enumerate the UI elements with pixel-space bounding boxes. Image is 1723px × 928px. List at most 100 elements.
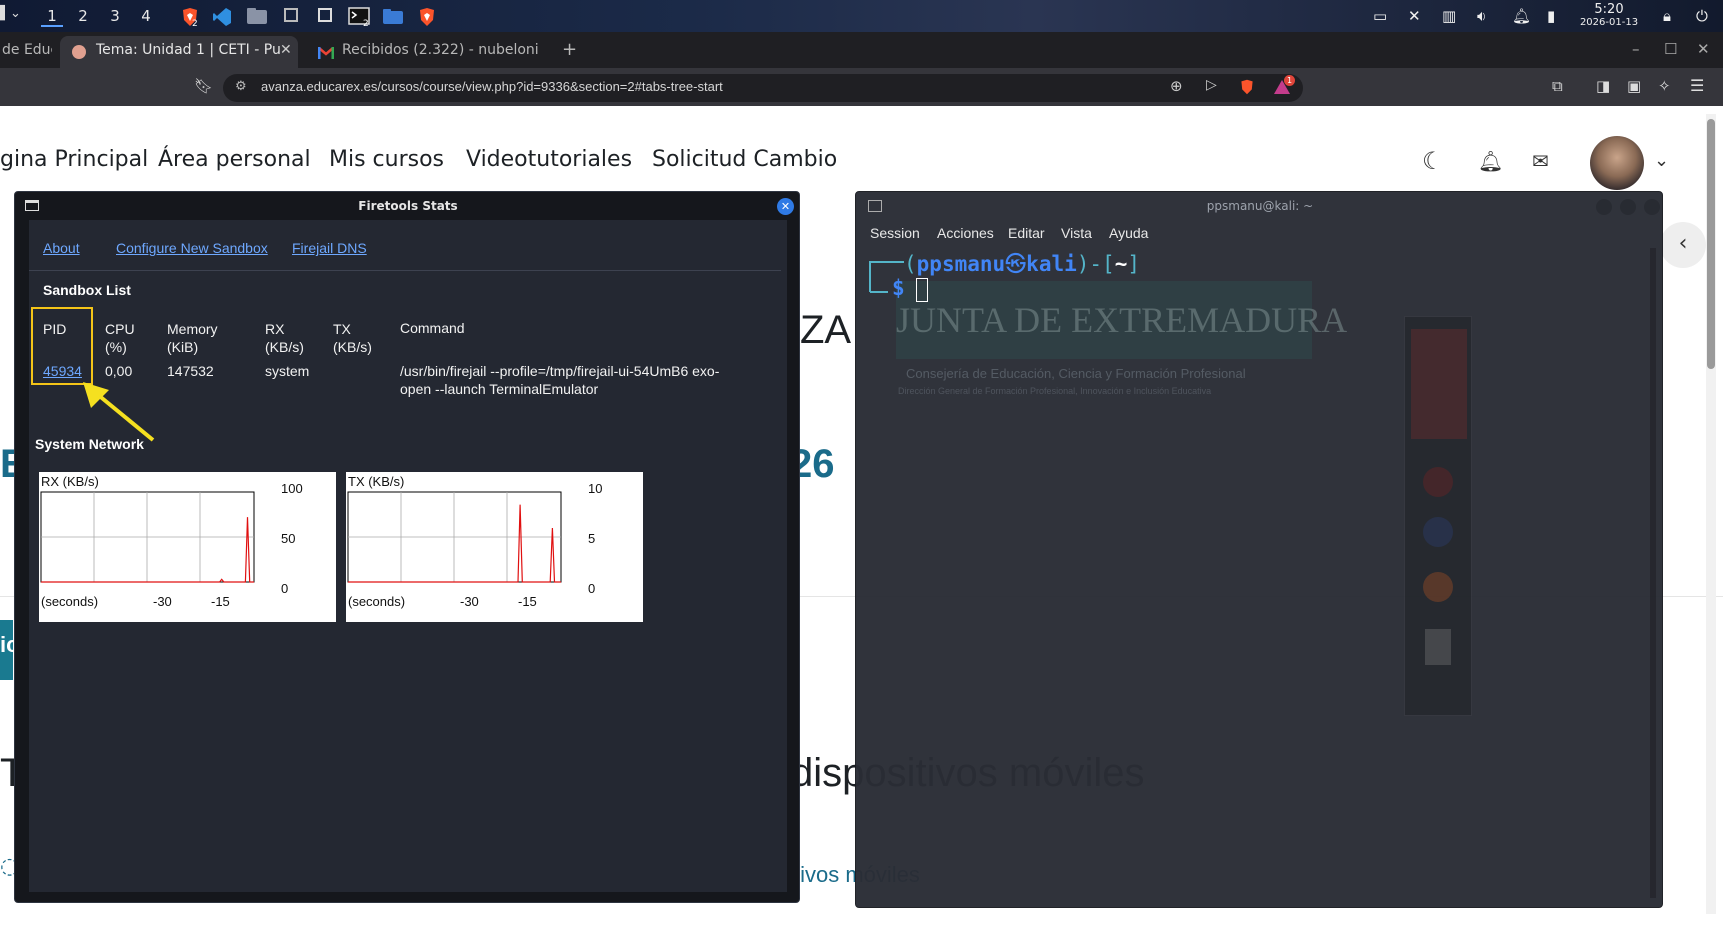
zoom-icon[interactable]: ⊕ bbox=[1170, 77, 1183, 95]
window-menu-icon[interactable] bbox=[25, 200, 39, 211]
configure-sandbox-link[interactable]: Configure New Sandbox bbox=[116, 240, 268, 256]
terminal-titlebar[interactable]: ppsmanu@kali: ~ bbox=[856, 192, 1664, 220]
address-toolbar: 🔖︎ ⚙ avanza.educarex.es/cursos/course/vi… bbox=[0, 68, 1723, 106]
minimize-icon[interactable]: – bbox=[1632, 40, 1640, 58]
menu-acciones[interactable]: Acciones bbox=[937, 225, 994, 241]
terminal-window-menu-icon[interactable] bbox=[868, 200, 882, 212]
tab-educarex[interactable]: de Educ bbox=[0, 36, 52, 68]
menu-editar[interactable]: Editar bbox=[1008, 225, 1045, 241]
network-off-icon[interactable]: ✕ bbox=[1408, 7, 1421, 25]
user-menu-chevron-icon[interactable]: ⌄ bbox=[1654, 150, 1669, 171]
address-bar[interactable]: ⚙ avanza.educarex.es/cursos/course/view.… bbox=[223, 74, 1303, 102]
sandbox-list-label: Sandbox List bbox=[43, 282, 131, 298]
nav-solicitud-cambio[interactable]: Solicitud Cambio bbox=[652, 147, 837, 172]
url-text[interactable]: avanza.educarex.es/cursos/course/view.ph… bbox=[261, 79, 723, 94]
bg-junta-subtitle-2: Dirección General de Formación Profesion… bbox=[898, 386, 1212, 396]
nav-area-personal[interactable]: Área personal bbox=[158, 147, 311, 172]
terminal-title: ppsmanu@kali: ~ bbox=[1206, 199, 1314, 213]
menu-session[interactable]: Session bbox=[870, 225, 920, 241]
tab-gmail[interactable]: Recibidos (2.322) - nubelonia bbox=[342, 36, 538, 68]
workspace-3[interactable]: 3 bbox=[104, 5, 126, 27]
messages-icon[interactable]: ✉ bbox=[1532, 149, 1549, 173]
menu-chevron-icon[interactable]: ▌⌄ bbox=[0, 6, 22, 26]
cpu-graph-icon[interactable]: ▥ bbox=[1442, 7, 1456, 25]
terminal-output[interactable]: JUNTA DE EXTREMADURA Consejería de Educa… bbox=[868, 248, 1652, 898]
browser-menu-icon[interactable]: ☰ bbox=[1690, 76, 1704, 95]
power-icon[interactable]: ⏻ bbox=[1696, 7, 1708, 25]
screenshot-icon[interactable]: ⧉ bbox=[1552, 77, 1563, 95]
menu-ayuda[interactable]: Ayuda bbox=[1109, 225, 1148, 241]
sandbox-pid-link[interactable]: 45934 bbox=[43, 363, 82, 379]
terminal-close-icon[interactable] bbox=[1644, 199, 1660, 215]
nav-pagina-principal[interactable]: gina Principal bbox=[0, 147, 148, 172]
firetools-titlebar[interactable]: Firetools Stats bbox=[15, 192, 801, 220]
new-tab-button[interactable]: + bbox=[562, 36, 582, 68]
terminal-minimize-icon[interactable] bbox=[1596, 199, 1612, 215]
sandbox-command-line2: open --launch TerminalEmulator bbox=[400, 381, 599, 397]
notification-bell-icon[interactable]: 🔔︎ bbox=[1478, 149, 1503, 173]
terminal-count-badge: 2 bbox=[363, 19, 369, 29]
firetools-title: Firetools Stats bbox=[358, 199, 458, 213]
browser-tab-bar: de Educ Tema: Unidad 1 | CETI - Pu ✕ Rec… bbox=[0, 32, 1723, 68]
separator bbox=[29, 270, 781, 271]
tab-tema-unidad[interactable]: Tema: Unidad 1 | CETI - Pu bbox=[60, 36, 298, 68]
prompt-symbol: $ bbox=[892, 276, 905, 300]
workspace-2[interactable]: 2 bbox=[72, 5, 94, 27]
firejail-dns-link[interactable]: Firejail DNS bbox=[292, 240, 367, 256]
prompt-host: kali bbox=[1026, 252, 1077, 276]
terminal-window: ppsmanu@kali: ~ Session Acciones Editar … bbox=[855, 191, 1663, 908]
brave-browser-icon-2[interactable] bbox=[417, 7, 437, 26]
avatar[interactable] bbox=[1590, 136, 1644, 190]
leo-ai-icon[interactable]: ✧ bbox=[1658, 77, 1671, 95]
workspace-4[interactable]: 4 bbox=[135, 5, 157, 27]
send-icon[interactable]: ▷ bbox=[1206, 77, 1217, 93]
window-icon-2[interactable] bbox=[317, 7, 337, 25]
screen-icon[interactable]: ▭ bbox=[1373, 7, 1387, 25]
brave-count-badge: 2 bbox=[192, 19, 198, 29]
sidebar-icon[interactable]: ◨ bbox=[1596, 77, 1610, 95]
close-tab-icon[interactable]: ✕ bbox=[280, 42, 292, 58]
maximize-icon[interactable]: ☐ bbox=[1664, 40, 1677, 58]
bg-junta-title: JUNTA DE EXTREMADURA bbox=[896, 300, 1348, 340]
nav-mis-cursos[interactable]: Mis cursos bbox=[329, 147, 444, 172]
menu-vista[interactable]: Vista bbox=[1061, 225, 1092, 241]
close-icon[interactable]: ✕ bbox=[777, 198, 794, 215]
moodle-favicon-icon bbox=[72, 45, 86, 59]
bg-junta-banner: JUNTA DE EXTREMADURA bbox=[896, 281, 1347, 359]
terminal-cursor bbox=[916, 278, 928, 302]
about-link[interactable]: About bbox=[43, 240, 80, 256]
notifications-icon[interactable]: 🔔︎ bbox=[1512, 7, 1531, 25]
nav-videotutoriales[interactable]: Videotutoriales bbox=[466, 147, 632, 172]
volume-icon[interactable]: 🔉︎ bbox=[1477, 7, 1486, 25]
site-settings-icon[interactable]: ⚙ bbox=[235, 79, 247, 94]
dark-mode-icon[interactable]: ☾ bbox=[1422, 147, 1444, 175]
tx-graph: TX (KB/s) 10 5 0 (seconds) -30 -15 bbox=[346, 472, 643, 622]
terminal-maximize-icon[interactable] bbox=[1620, 199, 1636, 215]
terminal-scrollbar[interactable] bbox=[1650, 248, 1656, 898]
prompt-dir: ~ bbox=[1114, 252, 1128, 276]
col-memory: Memory (KiB) bbox=[167, 321, 218, 355]
workspace-1[interactable]: 1 bbox=[41, 5, 63, 27]
bookmark-icon[interactable]: 🔖︎ bbox=[194, 77, 213, 95]
file-manager-icon[interactable] bbox=[246, 7, 267, 25]
page-scrollbar[interactable] bbox=[1706, 114, 1716, 914]
drawer-toggle-chevron-icon[interactable]: ‹ bbox=[1660, 222, 1706, 268]
vscode-icon[interactable] bbox=[212, 7, 232, 26]
close-window-icon[interactable]: ✕ bbox=[1697, 40, 1710, 58]
sandbox-memory: 147532 bbox=[167, 363, 214, 379]
col-cpu: CPU (%) bbox=[105, 321, 135, 355]
battery-icon[interactable]: ▮ bbox=[1547, 7, 1555, 25]
rx-ytick-min: 0 bbox=[281, 581, 289, 596]
col-rx: RX (KB/s) bbox=[265, 321, 304, 355]
clock-time[interactable]: 5:20 bbox=[1574, 2, 1644, 17]
lock-icon[interactable]: 🔒︎ bbox=[1663, 7, 1671, 25]
brave-shields-icon[interactable] bbox=[1239, 78, 1255, 100]
window-icon-1[interactable] bbox=[283, 7, 303, 25]
rx-series-line bbox=[41, 517, 254, 583]
wallet-icon[interactable]: ▣ bbox=[1627, 77, 1641, 95]
folder-icon[interactable] bbox=[382, 7, 403, 25]
tx-xtick-30: -30 bbox=[460, 594, 479, 609]
firetools-content: About Configure New Sandbox Firejail DNS… bbox=[29, 220, 787, 892]
sandbox-cpu: 0,00 bbox=[105, 363, 133, 379]
rx-gridlines bbox=[40, 491, 255, 583]
